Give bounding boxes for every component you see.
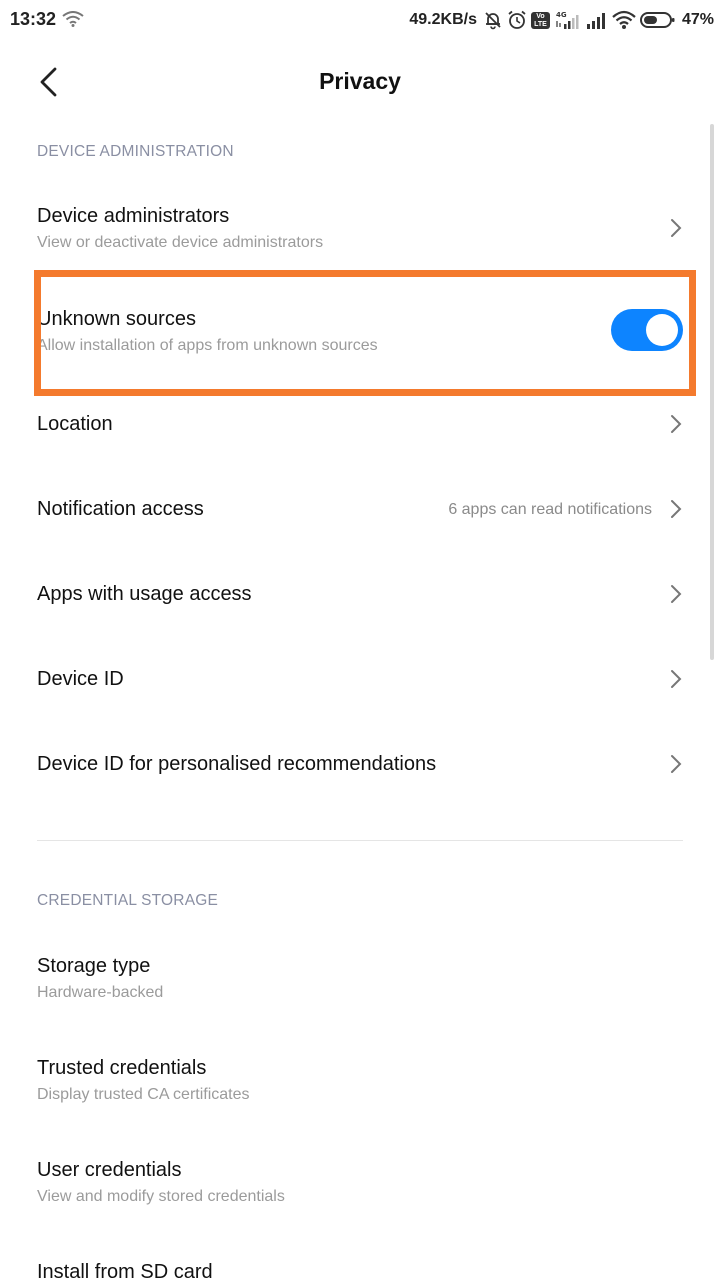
device-administrators-item[interactable]: Device administrators View or deactivate… xyxy=(0,180,712,272)
status-bar: 13:32 49.2KB/s Vo LTE 4G 47% xyxy=(0,0,720,40)
notification-access-item[interactable]: Notification access 6 apps can read noti… xyxy=(0,472,712,550)
location-item[interactable]: Location xyxy=(0,386,712,464)
row-title: Notification access xyxy=(37,498,204,520)
row-subtitle: Display trusted CA certificates xyxy=(37,1086,250,1103)
app-header: Privacy xyxy=(0,48,720,116)
row-subtitle: Hardware-backed xyxy=(37,984,164,1001)
status-icons: 49.2KB/s Vo LTE 4G 47% xyxy=(409,8,714,32)
row-title: Apps with usage access xyxy=(37,583,252,605)
row-subtitle: View and modify stored credentials xyxy=(37,1188,285,1205)
section-header-device-administration: DEVICE ADMINISTRATION xyxy=(37,143,234,160)
row-title: User credentials xyxy=(37,1159,182,1181)
chevron-right-icon xyxy=(671,500,682,518)
user-credentials-item[interactable]: User credentials View and modify stored … xyxy=(0,1134,712,1228)
svg-text:4G: 4G xyxy=(556,11,567,19)
highlight-annotation-box xyxy=(34,270,696,396)
trusted-credentials-item[interactable]: Trusted credentials Display trusted CA c… xyxy=(0,1032,712,1126)
chevron-right-icon xyxy=(671,219,682,237)
row-title: Storage type xyxy=(37,955,151,977)
battery-percent: 47% xyxy=(681,11,714,28)
status-time: 13:32 xyxy=(10,9,57,29)
signal-icon xyxy=(586,13,605,29)
volte-icon: Vo LTE xyxy=(530,11,550,29)
row-title: Device administrators xyxy=(37,205,230,227)
row-title: Device ID xyxy=(37,668,124,690)
chevron-right-icon xyxy=(671,415,682,433)
wifi-activity-icon xyxy=(62,11,84,27)
row-title: Location xyxy=(37,413,113,435)
notifications-muted-icon xyxy=(485,12,501,30)
signal-4g-icon: 4G xyxy=(556,11,579,29)
page-title: Privacy xyxy=(319,68,401,94)
wifi-icon xyxy=(612,10,636,29)
device-id-item[interactable]: Device ID xyxy=(0,642,712,720)
row-value: 6 apps can read notifications xyxy=(448,501,652,518)
section-divider xyxy=(37,840,683,841)
device-id-recommendations-item[interactable]: Device ID for personalised recommendatio… xyxy=(0,727,712,805)
row-subtitle: View or deactivate device administrators xyxy=(37,234,324,251)
usage-access-item[interactable]: Apps with usage access xyxy=(0,557,712,635)
storage-type-item[interactable]: Storage type Hardware-backed xyxy=(0,930,712,1024)
row-title: Trusted credentials xyxy=(37,1057,207,1079)
install-from-sd-item[interactable]: Install from SD card xyxy=(0,1236,712,1280)
chevron-right-icon xyxy=(671,755,682,773)
network-speed: 49.2KB/s xyxy=(409,11,477,28)
battery-icon xyxy=(639,12,675,28)
section-header-credential-storage: CREDENTIAL STORAGE xyxy=(37,892,219,909)
alarm-icon xyxy=(508,10,526,29)
chevron-right-icon xyxy=(671,585,682,603)
chevron-right-icon xyxy=(671,670,682,688)
row-title: Device ID for personalised recommendatio… xyxy=(37,753,437,775)
row-title: Install from SD card xyxy=(37,1261,213,1280)
